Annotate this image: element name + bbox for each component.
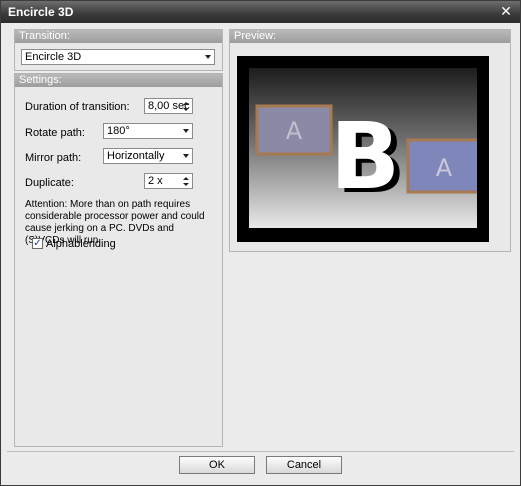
tile-a-right-letter: A [436, 154, 453, 182]
transition-panel: Transition: Encircle 3D [14, 29, 223, 71]
cancel-button[interactable]: Cancel [266, 456, 342, 474]
duplicate-value: 2 x [148, 175, 163, 187]
preview-canvas: A B B A [249, 68, 482, 228]
transition-header: Transition: [15, 30, 222, 43]
spin-up-icon[interactable] [183, 102, 189, 105]
ok-button[interactable]: OK [179, 456, 255, 474]
chevron-down-icon [183, 154, 189, 158]
tile-a-left-letter: A [286, 117, 303, 145]
settings-header: Settings: [15, 74, 222, 87]
rotate-select[interactable]: 180° [103, 123, 193, 139]
duration-label: Duration of transition: [25, 101, 130, 113]
duplicate-label: Duplicate: [25, 177, 74, 189]
spin-down-icon[interactable] [183, 108, 189, 111]
spin-up-icon[interactable] [183, 177, 189, 180]
duplicate-spinner[interactable]: 2 x [144, 173, 193, 189]
chevron-down-icon [183, 129, 189, 133]
mirror-value: Horizontally [107, 150, 165, 162]
preview-frame: A B B A [237, 56, 489, 242]
close-icon[interactable]: ✕ [498, 3, 514, 19]
window-title: Encircle 3D [8, 5, 74, 19]
check-icon: ✓ [33, 238, 42, 249]
dialog-window: Encircle 3D ✕ Transition: Encircle 3D Se… [0, 0, 521, 486]
spin-down-icon[interactable] [183, 183, 189, 186]
preview-header: Preview: [230, 30, 510, 43]
mirror-label: Mirror path: [25, 152, 82, 164]
mirror-select[interactable]: Horizontally [103, 148, 193, 164]
title-bar[interactable]: Encircle 3D ✕ [1, 1, 520, 23]
rotate-label: Rotate path: [25, 127, 85, 139]
transition-select[interactable]: Encircle 3D [21, 49, 215, 65]
letter-b: B [330, 103, 400, 210]
button-bar [7, 451, 514, 480]
transition-select-value: Encircle 3D [25, 51, 82, 63]
duration-spinner[interactable]: 8,00 sec [144, 98, 193, 114]
alphablending-label: Alphablending [46, 238, 116, 250]
chevron-down-icon [205, 55, 211, 59]
preview-illustration: A B B A [255, 103, 482, 214]
alphablending-checkbox[interactable]: ✓ [32, 238, 43, 249]
rotate-value: 180° [107, 125, 130, 137]
